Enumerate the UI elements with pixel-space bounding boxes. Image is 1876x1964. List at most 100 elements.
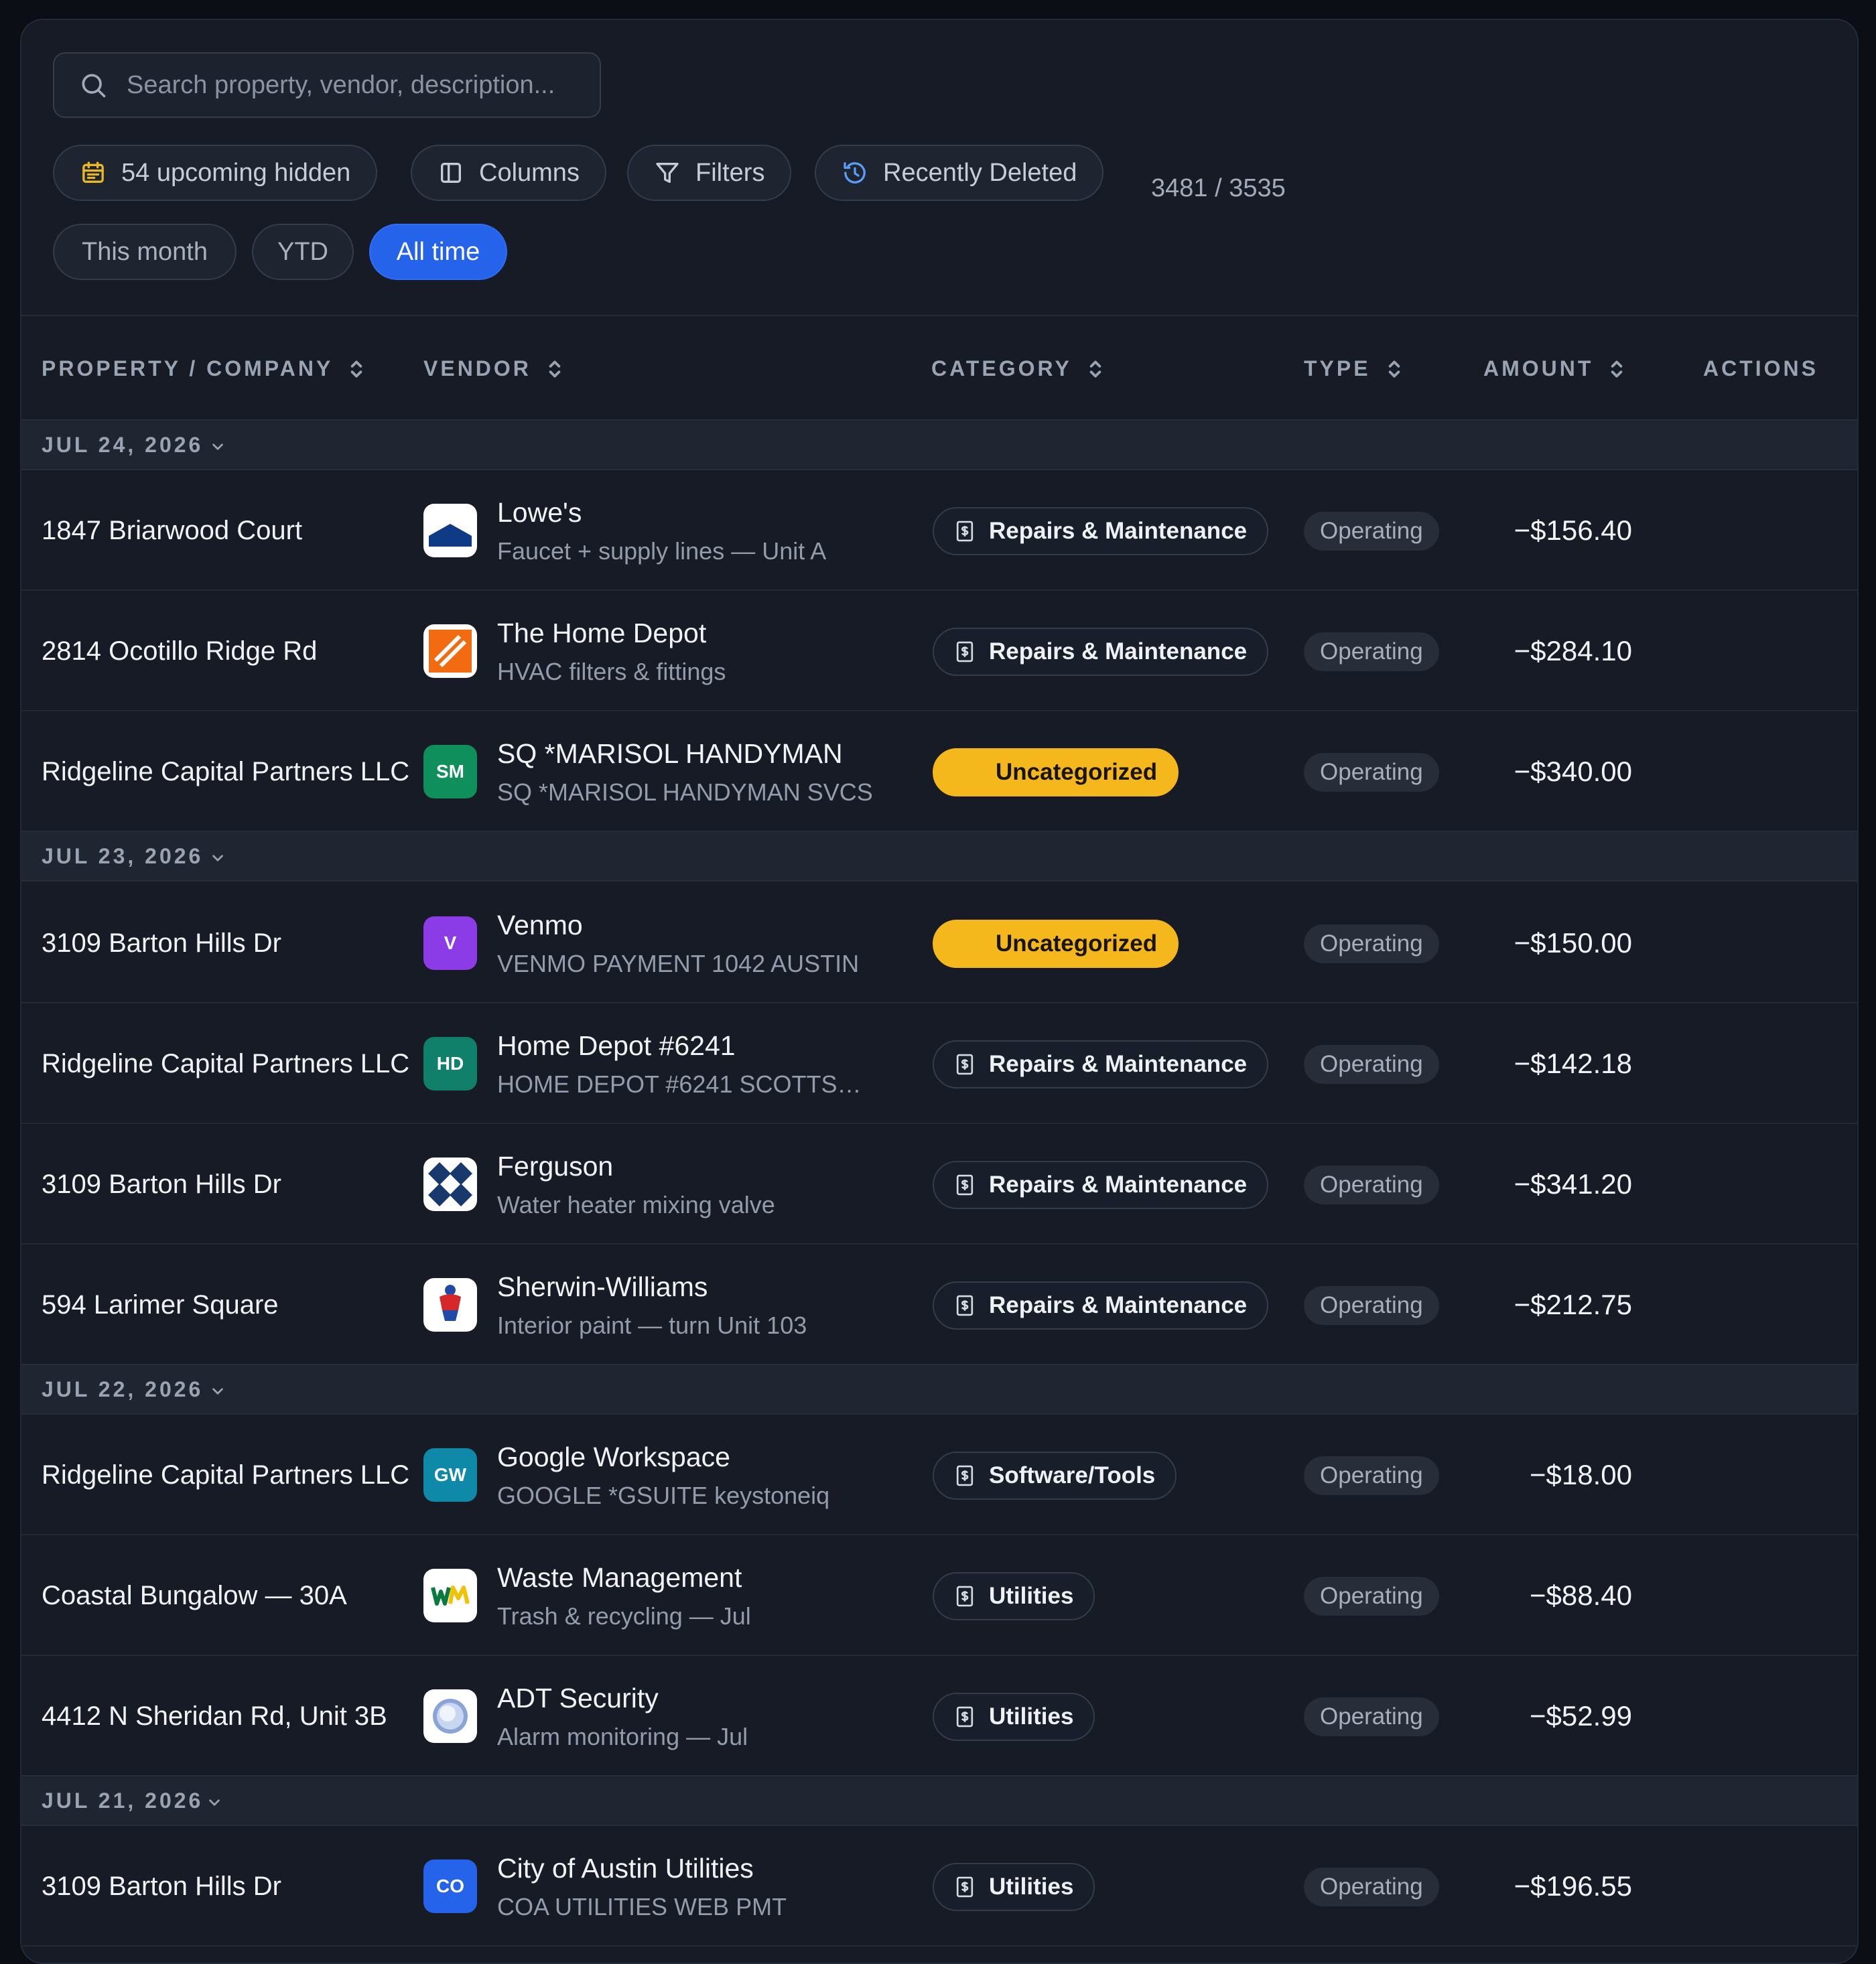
receipt-icon	[956, 1174, 974, 1196]
category-badge[interactable]: Repairs & Maintenance	[933, 1281, 1269, 1330]
receipt-icon	[956, 641, 974, 662]
sort-icon	[549, 360, 561, 378]
row-description: Interior paint — turn Unit 103	[497, 1312, 807, 1339]
category-badge[interactable]: Repairs & Maintenance	[933, 1040, 1269, 1089]
row-description: COA UTILITIES WEB PMT	[497, 1893, 787, 1920]
type-badge: Operating	[1304, 512, 1439, 551]
vendor-initials-logo: V	[423, 916, 477, 970]
row-vendor: Ferguson	[497, 1151, 614, 1182]
table-row[interactable]: 3109 Barton Hills Dr V Venmo VENMO PAYME…	[21, 883, 1857, 1003]
date-group-label: JUL 22, 2026	[42, 1377, 204, 1401]
table-row[interactable]: 1847 Briarwood Court Lowe's Faucet + sup…	[21, 470, 1857, 591]
row-amount: −$340.00	[1514, 756, 1632, 787]
columns-button[interactable]: Columns	[411, 145, 606, 201]
table-row[interactable]: 3109 Barton Hills Dr Ferguson Water heat…	[21, 1124, 1857, 1245]
range-ytd[interactable]: YTD	[252, 224, 354, 280]
date-group-header[interactable]: JUL 21, 2026	[21, 1775, 1857, 1826]
home-depot-logo-icon	[423, 624, 477, 678]
receipt-icon	[956, 520, 974, 542]
sort-icon	[1089, 360, 1101, 378]
column-header-type[interactable]: TYPE	[1304, 356, 1404, 381]
vendor-initials-logo: HD	[423, 1037, 477, 1091]
vendor-initials-logo: SM	[423, 745, 477, 798]
table-row[interactable]: Ridgeline Capital Partners LLC SM SQ *MA…	[21, 711, 1857, 832]
search-box[interactable]	[53, 52, 601, 118]
table-row[interactable]: 594 Larimer Square Sherwin-Williams Inte…	[21, 1245, 1857, 1365]
type-badge: Operating	[1304, 1456, 1439, 1495]
row-property: 2814 Ocotillo Ridge Rd	[42, 636, 318, 666]
row-property: Coastal Bungalow — 30A	[42, 1581, 347, 1610]
lowes-logo-icon	[423, 504, 477, 557]
category-badge[interactable]: Utilities	[933, 1863, 1095, 1911]
transactions-panel: 54 upcoming hidden Columns Filters Recen…	[20, 19, 1859, 1964]
category-badge[interactable]: Utilities	[933, 1693, 1095, 1741]
chevron-down-icon	[212, 443, 223, 450]
column-header-category[interactable]: CATEGORY	[931, 356, 1106, 381]
row-amount: −$142.18	[1514, 1048, 1632, 1079]
row-amount: −$284.10	[1514, 635, 1632, 667]
category-badge[interactable]: Utilities	[933, 1572, 1095, 1620]
receipt-icon	[956, 1295, 974, 1316]
upcoming-hidden-label: 54 upcoming hidden	[121, 158, 351, 187]
recently-deleted-button[interactable]: Recently Deleted	[815, 145, 1104, 201]
chevron-down-icon	[212, 1388, 223, 1395]
date-group-header[interactable]: JUL 24, 2026	[21, 419, 1857, 470]
row-property: 3109 Barton Hills Dr	[42, 1872, 281, 1901]
date-group-label: JUL 24, 2026	[42, 433, 204, 457]
table-row[interactable]: Ridgeline Capital Partners LLC GW Google…	[21, 1415, 1857, 1535]
adt-logo-icon	[423, 1689, 477, 1743]
category-badge-uncategorized[interactable]: Uncategorized	[933, 748, 1179, 796]
column-header-amount[interactable]: AMOUNT	[1483, 356, 1627, 381]
sort-icon	[1611, 360, 1623, 378]
search-input[interactable]	[125, 70, 600, 100]
row-property: 3109 Barton Hills Dr	[42, 1170, 281, 1199]
table-row[interactable]: 4412 N Sheridan Rd, Unit 3B ADT Security…	[21, 1656, 1857, 1776]
type-badge: Operating	[1304, 632, 1439, 671]
type-badge: Operating	[1304, 753, 1439, 792]
category-badge[interactable]: Repairs & Maintenance	[933, 628, 1269, 676]
calendar-icon	[82, 161, 104, 183]
vendor-initials-logo: GW	[423, 1448, 477, 1502]
range-this-month[interactable]: This month	[53, 224, 237, 280]
table-row[interactable]: 2814 Ocotillo Ridge Rd The Home Depot HV…	[21, 591, 1857, 711]
row-property: 3109 Barton Hills Dr	[42, 928, 281, 958]
category-badge-uncategorized[interactable]: Uncategorized	[933, 920, 1179, 968]
filters-label: Filters	[695, 158, 765, 187]
category-badge[interactable]: Repairs & Maintenance	[933, 507, 1269, 555]
table-row[interactable]: Coastal Bungalow — 30A Waste Management …	[21, 1535, 1857, 1656]
category-badge[interactable]: Software/Tools	[933, 1452, 1177, 1500]
columns-label: Columns	[479, 158, 580, 187]
row-amount: −$150.00	[1514, 927, 1632, 959]
table-row[interactable]: Ridgeline Capital Partners LLC HD Home D…	[21, 1003, 1857, 1124]
type-badge: Operating	[1304, 1697, 1439, 1736]
waste-management-logo-icon	[423, 1569, 477, 1622]
row-property: 4412 N Sheridan Rd, Unit 3B	[42, 1701, 387, 1731]
row-vendor: Lowe's	[497, 497, 582, 528]
date-group-header[interactable]: JUL 23, 2026	[21, 831, 1857, 882]
row-description: HOME DEPOT #6241 SCOTTSDALE AZ	[497, 1070, 876, 1098]
row-vendor: Home Depot #6241	[497, 1030, 736, 1061]
table-row[interactable]: 3109 Barton Hills Dr CO City of Austin U…	[21, 1826, 1857, 1947]
ferguson-logo-icon	[423, 1158, 477, 1211]
row-description: SQ *MARISOL HANDYMAN SVCS	[497, 778, 873, 806]
row-vendor: City of Austin Utilities	[497, 1853, 754, 1884]
row-description: VENMO PAYMENT 1042 AUSTIN	[497, 950, 860, 977]
row-property: Ridgeline Capital Partners LLC	[42, 757, 410, 786]
receipt-icon	[956, 1586, 974, 1607]
row-vendor: ADT Security	[497, 1683, 659, 1713]
range-all-time[interactable]: All time	[369, 224, 507, 280]
row-vendor: Venmo	[497, 910, 583, 940]
chevron-down-icon	[209, 1799, 220, 1806]
history-icon	[844, 162, 866, 184]
row-description: Water heater mixing valve	[497, 1191, 775, 1218]
vendor-initials-logo: CO	[423, 1860, 477, 1913]
date-group-label: JUL 23, 2026	[42, 844, 204, 868]
date-group-header[interactable]: JUL 22, 2026	[21, 1364, 1857, 1415]
row-property: Ridgeline Capital Partners LLC	[42, 1049, 410, 1078]
upcoming-hidden-button[interactable]: 54 upcoming hidden	[53, 145, 378, 201]
row-amount: −$196.55	[1514, 1870, 1632, 1902]
column-header-vendor[interactable]: VENDOR	[423, 356, 565, 381]
category-badge[interactable]: Repairs & Maintenance	[933, 1161, 1269, 1209]
filters-button[interactable]: Filters	[627, 145, 792, 201]
column-header-property[interactable]: PROPERTY / COMPANY	[42, 356, 366, 381]
